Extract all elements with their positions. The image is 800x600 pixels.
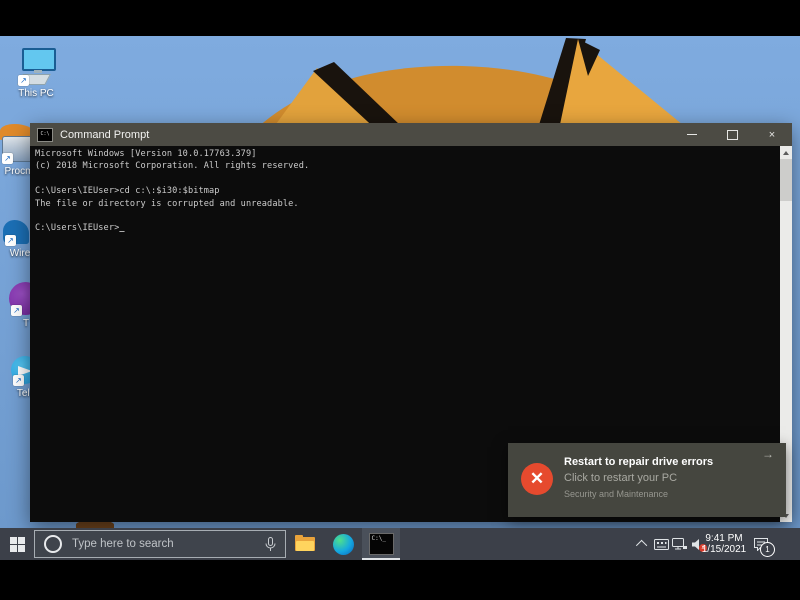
maximize-button[interactable]	[712, 123, 752, 146]
search-box[interactable]: Type here to search	[34, 530, 286, 558]
toast-source: Security and Maintenance	[564, 489, 668, 499]
edge-icon	[333, 534, 354, 555]
shortcut-arrow-icon: ↗	[13, 375, 24, 386]
toast-dismiss-arrow-icon[interactable]: →	[762, 447, 774, 461]
scrollbar-thumb[interactable]	[780, 159, 792, 201]
console-line: C:\Users\IEUser>cd c:\:$i30:$bitmap	[35, 186, 780, 198]
error-icon: ✕	[521, 463, 553, 495]
file-explorer-icon	[295, 537, 315, 552]
toast-title: Restart to repair drive errors	[564, 456, 713, 468]
close-icon: ×	[769, 129, 775, 141]
console-line: Microsoft Windows [Version 10.0.17763.37…	[35, 149, 780, 161]
console-line	[35, 211, 780, 223]
scroll-up-icon[interactable]	[780, 146, 792, 159]
console-line: (c) 2018 Microsoft Corporation. All righ…	[35, 161, 780, 173]
tray-touch-keyboard[interactable]	[652, 528, 670, 560]
microphone-icon[interactable]	[265, 537, 276, 552]
minimize-button[interactable]	[672, 123, 712, 146]
notification-toast[interactable]: ✕ Restart to repair drive errors Click t…	[508, 443, 786, 517]
taskbar: Type here to search C:\_	[0, 528, 800, 560]
desktop[interactable]: ↗ This PC ↗ Procm ↗ Wire ↗ T	[0, 36, 800, 528]
icon-label: This PC	[8, 88, 64, 99]
keyboard-icon	[654, 539, 669, 550]
windows-logo-icon	[10, 537, 25, 552]
console-cursor: _	[119, 223, 124, 233]
chevron-up-icon	[636, 540, 647, 551]
console-prompt-line: C:\Users\IEUser>_	[35, 223, 780, 235]
this-pc-icon: ↗	[16, 48, 56, 86]
cmd-window-icon: C:\	[37, 128, 53, 142]
tray-network[interactable]	[670, 528, 688, 560]
letterbox-top	[0, 0, 800, 36]
tray-clock[interactable]: 9:41 PM 1/15/2021	[700, 528, 748, 560]
screen: ↗ This PC ↗ Procm ↗ Wire ↗ T	[0, 0, 800, 600]
clock-date: 1/15/2021	[702, 544, 747, 555]
shortcut-arrow-icon: ↗	[2, 153, 13, 164]
toast-subtitle: Click to restart your PC	[564, 472, 677, 484]
close-button[interactable]: ×	[752, 123, 792, 146]
start-button[interactable]	[0, 528, 34, 560]
network-icon	[672, 538, 687, 551]
desktop-icon-this-pc[interactable]: ↗ This PC	[8, 48, 64, 99]
shortcut-arrow-icon: ↗	[11, 305, 22, 316]
tray-show-hidden-icons[interactable]	[635, 528, 651, 560]
minimize-icon	[687, 134, 697, 135]
console-line: The file or directory is corrupted and u…	[35, 199, 780, 211]
maximize-icon	[727, 130, 738, 140]
notification-count-badge: 1	[760, 542, 775, 557]
window-title: Command Prompt	[60, 129, 149, 141]
window-titlebar[interactable]: C:\ Command Prompt ×	[30, 123, 792, 146]
shortcut-arrow-icon: ↗	[18, 75, 29, 86]
taskbar-file-explorer[interactable]	[286, 528, 324, 560]
search-placeholder: Type here to search	[72, 538, 265, 550]
clock-time: 9:41 PM	[705, 533, 742, 544]
cortana-icon	[44, 535, 62, 553]
console-line	[35, 174, 780, 186]
command-prompt-icon: C:\_	[369, 533, 394, 555]
shortcut-arrow-icon: ↗	[5, 235, 16, 246]
taskbar-command-prompt[interactable]: C:\_	[362, 528, 400, 560]
letterbox-bottom	[0, 560, 800, 600]
taskbar-edge[interactable]	[324, 528, 362, 560]
